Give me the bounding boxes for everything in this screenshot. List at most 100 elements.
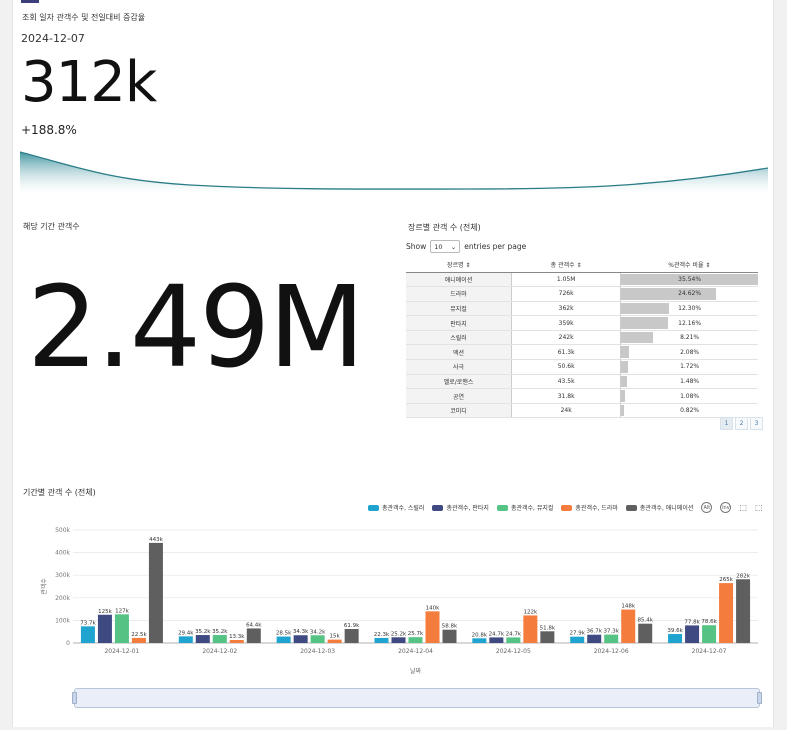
entries-select[interactable]: 10 ⌄ [430,240,461,253]
chart-bar [276,636,291,643]
legend-item[interactable]: 총관객수, 드라마 [561,503,618,512]
chart-bar [246,628,261,643]
legend-item[interactable]: 총관객수, 스릴러 [368,503,424,512]
bar-value-label: 140k [426,605,440,611]
alt-toggle-button[interactable]: Alt [701,502,713,513]
bar-value-label: 85.4k [637,618,653,624]
chart-bar [178,636,193,643]
genre-cell: 멜로/로맨스 [406,374,513,390]
total-cell: 1.05M [511,272,622,288]
legend-swatch [496,504,508,511]
page-2-button[interactable]: 2 [735,417,748,430]
pct-cell: 12.16% [620,315,758,331]
pct-cell: 0.82% [620,403,758,419]
total-cell: 359k [511,315,622,331]
select-tool-icon[interactable]: ⬚ [739,503,747,512]
kpi-title: 조회 일자 관객수 및 전일대비 증감율 [22,13,146,22]
total-cell: 242k [511,330,622,346]
col-header-genre[interactable]: 장르명 ⇕ [406,258,512,273]
page-3-button[interactable]: 3 [750,417,763,430]
legend-item[interactable]: 총관객수, 뮤지컬 [496,503,554,512]
y-tick-label: 200k [55,595,70,602]
bar-value-label: 29.4k [178,630,194,636]
y-tick-label: 0 [66,640,70,647]
x-tick-label: 2024-12-06 [594,648,629,655]
bar-value-label: 77.8k [684,619,700,625]
chart-bar [195,635,210,643]
pct-label: 2.08% [680,348,700,356]
pct-bar [621,404,625,417]
bar-value-label: 28.5k [276,631,292,637]
chart-bar [131,637,146,643]
pct-label: 1.72% [680,363,700,371]
pct-cell: 2.08% [620,344,758,361]
bar-value-label: 15k [330,634,341,640]
bar-value-label: 22.3k [374,632,390,638]
bar-value-label: 64.4k [246,622,262,628]
chart-bar [391,637,406,643]
x-tick-label: 2024-12-01 [104,648,139,655]
col-header-total[interactable]: 총 관객수 ⇕ [511,258,621,273]
x-axis-label: 날짜 [410,667,422,675]
bar-value-label: 39.6k [667,628,683,634]
pct-bar [621,390,626,402]
genre-cell: 드라마 [406,286,513,302]
chart-bar [408,637,423,643]
pct-bar [621,375,627,388]
legend-swatch [368,504,379,511]
pct-cell: 1.48% [620,374,758,390]
chart-bar [472,638,487,643]
page-1-button[interactable]: 1 [720,417,733,430]
bar-value-label: 24.7k [506,631,522,637]
bar-value-label: 37.3k [603,629,619,635]
reset-tool-icon[interactable]: ⬚ [755,503,763,512]
legend-item[interactable]: 총관객수, 애니메이션 [625,503,693,512]
pct-label: 1.08% [680,392,700,400]
pct-label: 12.30% [678,304,702,312]
chart-bar [668,634,683,643]
pct-cell: 12.30% [620,301,758,317]
period-title: 해당 기간 관객수 [23,222,80,231]
pct-cell: 1.72% [620,359,758,375]
bar-value-label: 51.8k [540,625,556,631]
bar-value-label: 13.3k [229,634,245,640]
pct-cell: 1.08% [620,388,758,404]
pct-cell: 35.54% [620,272,758,288]
bar-value-label: 27.9k [569,631,585,637]
chart-bar [80,626,95,643]
chart-bar [638,623,653,643]
y-tick-label: 100k [55,617,70,624]
pct-label: 24.62% [678,290,702,298]
chart-title: 기간별 관객 수 (전체) [23,488,96,497]
y-axis-label: 관객수 [40,578,48,595]
legend-label: 총관객수, 드라마 [575,505,618,512]
chart-bar [310,635,325,643]
legend-swatch [625,504,637,511]
chart-bar [327,639,342,643]
genre-table: 장르명 ⇕ 총 관객수 ⇕ %관객수 비율 ⇕ 애니메이션 1.05M 35.54%… [406,258,758,419]
kpi-delta: +188.8% [21,123,77,137]
legend-label: 총관객수, 스릴러 [382,505,425,512]
bar-value-label: 24.7k [489,631,505,637]
table-row: 스릴러 242k 8.21% [406,330,758,346]
legend-item[interactable]: 총관객수, 판타지 [432,503,489,512]
table-row: 코미디 24k 0.82% [406,403,758,419]
y-tick-label: 300k [55,572,70,579]
genre-table-title: 장르별 관객 수 (전체) [408,223,481,232]
x-tick-label: 2024-12-03 [300,648,335,655]
chart-bar [97,614,112,643]
legend-label: 총관객수, 판타지 [446,505,489,512]
bar-value-label: 73.7k [80,620,96,626]
range-handle-right[interactable] [757,692,762,704]
bar-value-label: 25.7k [408,631,424,637]
chart-bar [374,637,389,643]
chart-bar [523,615,538,643]
range-slider[interactable] [72,688,762,708]
legend-label: 총관객수, 뮤지컬 [510,505,554,512]
pct-bar [621,331,653,344]
chart-bar [736,579,751,643]
inv-toggle-button[interactable]: Inv [720,502,732,513]
bar-value-label: 25.2k [391,631,407,637]
col-header-pct[interactable]: %관객수 비율 ⇕ [620,258,758,273]
range-handle-left[interactable] [72,692,77,704]
